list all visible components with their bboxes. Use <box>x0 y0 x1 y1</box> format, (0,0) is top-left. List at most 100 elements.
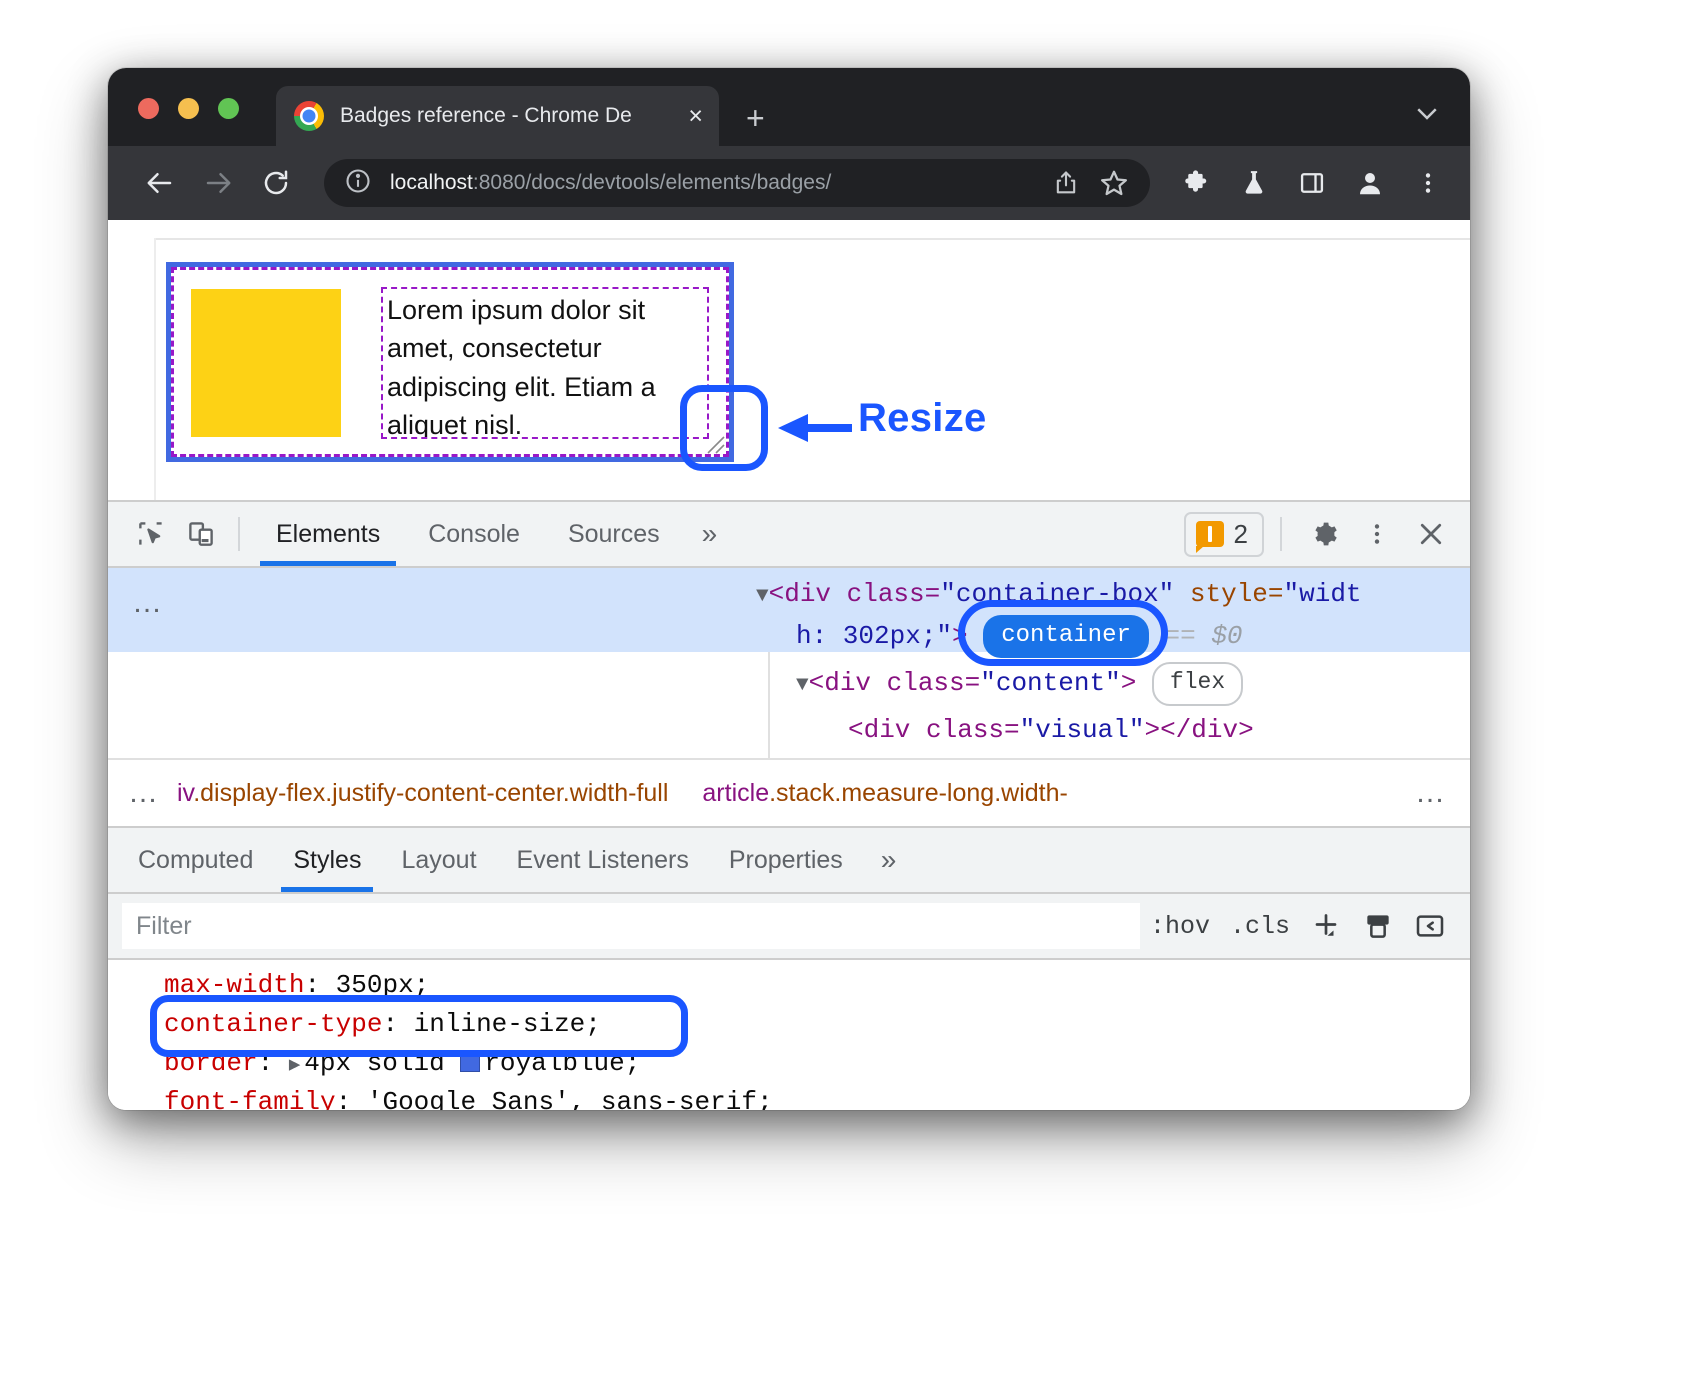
tab-elements[interactable]: Elements <box>252 502 404 566</box>
computed-sidebar-icon[interactable] <box>1352 903 1404 949</box>
navigation-toolbar: localhost:8080/docs/devtools/elements/ba… <box>108 146 1470 220</box>
new-tab-button[interactable]: + <box>746 102 765 134</box>
warning-count: 2 <box>1234 519 1248 550</box>
reload-icon[interactable] <box>254 161 298 205</box>
css-property-value[interactable]: 'Google Sans', sans-serif <box>367 1087 757 1110</box>
resize-handle[interactable] <box>700 429 726 455</box>
tab-sources[interactable]: Sources <box>544 502 684 566</box>
warning-icon <box>1196 521 1224 547</box>
css-colon: : <box>258 1048 289 1078</box>
node-style-attr: style= <box>1174 579 1283 609</box>
device-toolbar-icon[interactable] <box>176 509 226 559</box>
browser-tab[interactable]: Badges reference - Chrome De × <box>276 86 719 146</box>
url-text: localhost:8080/docs/devtools/elements/ba… <box>390 171 1044 195</box>
tab-console[interactable]: Console <box>404 502 544 566</box>
side-panel-icon[interactable] <box>1290 161 1334 205</box>
css-property-name[interactable]: border <box>164 1048 258 1078</box>
cls-button[interactable]: .cls <box>1220 912 1300 941</box>
omnibox-actions <box>1044 161 1136 205</box>
container-badge[interactable]: container <box>983 615 1149 658</box>
css-semicolon: ; <box>757 1087 773 1110</box>
close-tab-icon[interactable]: × <box>688 104 703 129</box>
url-path: :8080/docs/devtools/elements/badges/ <box>473 171 831 194</box>
close-window-button[interactable] <box>138 98 159 119</box>
new-style-rule-button[interactable] <box>1300 903 1352 949</box>
node-close-bracket: > <box>1144 715 1160 745</box>
expand-triangle-icon[interactable]: ▼ <box>796 674 809 697</box>
css-colon: : <box>382 1009 413 1039</box>
css-declaration-container-type[interactable]: container-type: inline-size; <box>108 1005 1470 1044</box>
tab-styles[interactable]: Styles <box>273 828 381 892</box>
gear-icon[interactable] <box>1298 509 1348 559</box>
node-class-value: "visual" <box>1020 715 1145 745</box>
styles-tab-list: Computed Styles Layout Event Listeners P… <box>108 826 1470 894</box>
dom-node-content[interactable]: ▼<div class="content"> flex <box>756 662 1470 706</box>
experiments-flask-icon[interactable] <box>1232 161 1276 205</box>
css-property-value-color[interactable]: royalblue <box>484 1048 624 1078</box>
node-close-bracket: > <box>952 621 968 651</box>
tab-computed[interactable]: Computed <box>118 828 273 892</box>
breadcrumb-item-article[interactable]: article.stack.measure-long.width- <box>702 779 1101 808</box>
warning-badge[interactable]: 2 <box>1184 512 1264 557</box>
css-property-value[interactable]: 350px <box>336 970 414 1000</box>
css-property-name[interactable]: container-type <box>164 1009 382 1039</box>
tab-properties[interactable]: Properties <box>709 828 863 892</box>
extensions-puzzle-icon[interactable] <box>1174 161 1218 205</box>
css-declaration-font-family[interactable]: font-family: 'Google Sans', sans-serif; <box>108 1083 1470 1110</box>
browser-actions <box>1166 161 1450 205</box>
css-semicolon: ; <box>585 1009 601 1039</box>
css-property-value[interactable]: inline-size <box>414 1009 586 1039</box>
css-property-value-prefix: 4px solid <box>304 1048 460 1078</box>
css-declaration-border[interactable]: border: ▶4px solid royalblue; <box>108 1044 1470 1083</box>
tab-event-listeners[interactable]: Event Listeners <box>497 828 709 892</box>
paragraph-text: Lorem ipsum dolor sit amet, consectetur … <box>381 287 709 439</box>
node-close-bracket: > <box>1121 668 1137 698</box>
forward-arrow-icon[interactable] <box>196 161 240 205</box>
dom-tree: … ▼<div class="container-box" style="wid… <box>108 568 1470 758</box>
expand-triangle-icon[interactable]: ▼ <box>756 585 769 608</box>
breadcrumb-tag: article <box>702 779 769 807</box>
dom-node-container-box[interactable]: ▼<div class="container-box" style="widt <box>756 574 1470 615</box>
more-styles-tabs-icon[interactable]: » <box>863 844 915 876</box>
kebab-menu-icon[interactable] <box>1352 509 1402 559</box>
minimize-window-button[interactable] <box>178 98 199 119</box>
toggle-sidebar-icon[interactable] <box>1404 903 1456 949</box>
browser-window: Badges reference - Chrome De × + <box>108 68 1470 1110</box>
tab-layout[interactable]: Layout <box>381 828 496 892</box>
hov-button[interactable]: :hov <box>1140 912 1220 941</box>
chevron-down-icon[interactable] <box>1412 98 1442 133</box>
breadcrumb-tag: iv <box>177 779 193 807</box>
breadcrumb-overflow-right[interactable]: … <box>1393 776 1470 810</box>
profile-avatar-icon[interactable] <box>1348 161 1392 205</box>
star-icon[interactable] <box>1092 161 1136 205</box>
share-icon[interactable] <box>1044 161 1088 205</box>
dollar-zero-ref: $0 <box>1211 621 1242 651</box>
page-top-rule <box>154 238 1470 240</box>
css-property-name[interactable]: max-width <box>164 970 304 1000</box>
css-declaration-max-width[interactable]: max-width: 350px; <box>108 966 1470 1005</box>
flex-badge[interactable]: flex <box>1152 662 1243 706</box>
css-rules-pane: max-width: 350px; container-type: inline… <box>108 960 1470 1110</box>
filter-input[interactable] <box>122 903 1140 949</box>
dom-node-container-box-wrap[interactable]: h: 302px;"> container == $0 <box>756 615 1470 658</box>
breadcrumb-overflow-left[interactable]: … <box>108 776 177 810</box>
inspect-cursor-icon[interactable] <box>126 509 176 559</box>
info-icon[interactable] <box>344 167 372 200</box>
expand-triangle-icon[interactable]: ▶ <box>289 1054 300 1076</box>
color-swatch[interactable] <box>460 1052 480 1072</box>
breadcrumb-item-div[interactable]: iv.display-flex.justify-content-center.w… <box>177 779 702 808</box>
more-tabs-icon[interactable]: » <box>684 518 736 550</box>
content-flex-element: Lorem ipsum dolor sit amet, consectetur … <box>191 287 709 439</box>
address-bar[interactable]: localhost:8080/docs/devtools/elements/ba… <box>324 159 1150 207</box>
css-property-name[interactable]: font-family <box>164 1087 336 1110</box>
chrome-logo-icon <box>294 101 324 131</box>
node-open-tag: <div class= <box>809 668 981 698</box>
dom-node-list: ▼<div class="container-box" style="widt … <box>756 574 1470 750</box>
kebab-menu-icon[interactable] <box>1406 161 1450 205</box>
devtools-panel: Elements Console Sources » 2 <box>108 500 1470 1110</box>
dom-node-visual[interactable]: <div class="visual"></div> <box>756 710 1470 751</box>
back-arrow-icon[interactable] <box>138 161 182 205</box>
dom-ellipsis[interactable]: … <box>132 586 165 620</box>
close-icon[interactable] <box>1406 509 1456 559</box>
maximize-window-button[interactable] <box>218 98 239 119</box>
